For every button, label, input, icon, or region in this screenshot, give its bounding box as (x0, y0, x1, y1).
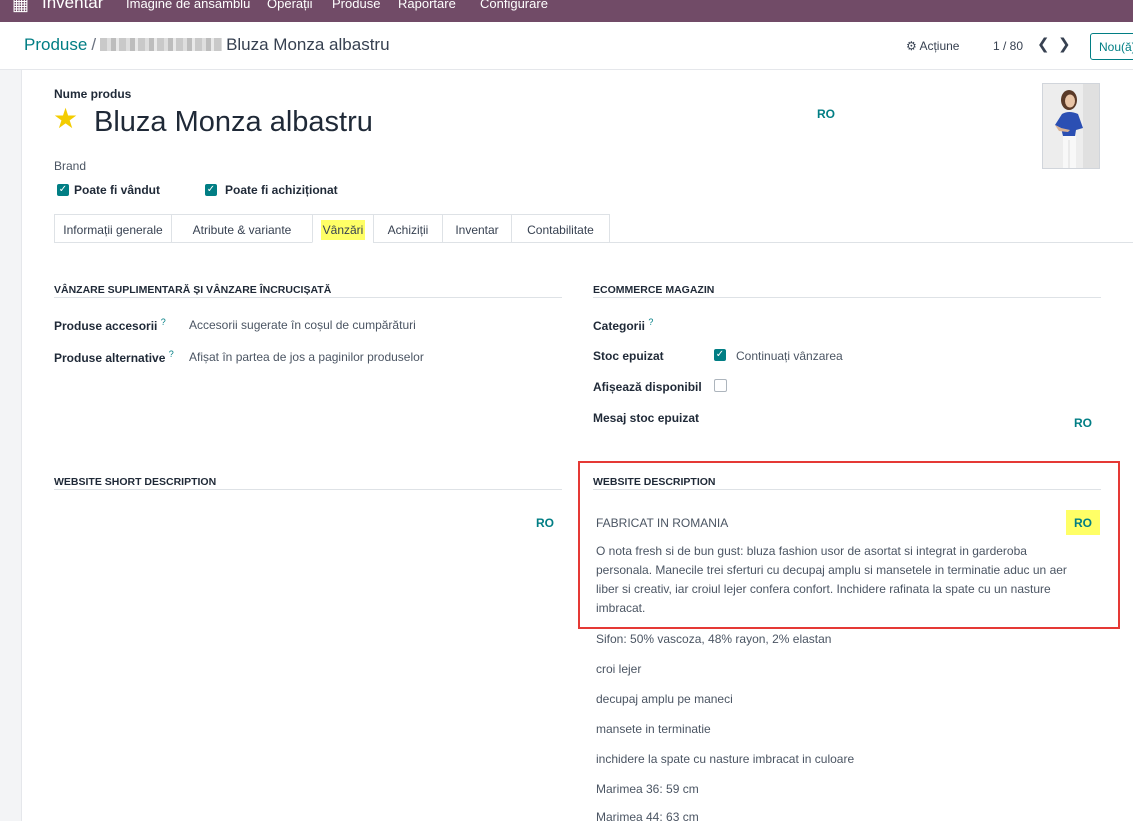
chevron-left-icon[interactable]: ❮ (1037, 35, 1050, 53)
brand-label: Brand (54, 159, 87, 173)
tab-general-info[interactable]: Informații generale (54, 214, 172, 243)
checkbox-can-be-purchased[interactable]: ✓ (205, 184, 217, 196)
menu-item-configuration[interactable]: Configurare (480, 0, 548, 11)
gear-icon: ⚙ (906, 39, 917, 53)
tab-sales[interactable]: Vânzări (312, 214, 374, 243)
new-button[interactable]: Nou(ă) (1090, 33, 1133, 60)
alternative-products-input[interactable]: Afișat în partea de jos a paginilor prod… (189, 350, 424, 364)
pager-value[interactable]: 1 / 80 (993, 39, 1023, 53)
tab-label: Inventar (455, 223, 499, 237)
help-icon[interactable]: ? (169, 349, 174, 359)
product-image[interactable] (1042, 83, 1100, 169)
section-rule (54, 297, 562, 298)
menu-item-operations[interactable]: Operații (267, 0, 313, 11)
tab-label: Atribute & variante (192, 223, 292, 237)
help-icon[interactable]: ? (648, 317, 653, 327)
tab-inventory[interactable]: Inventar (442, 214, 512, 243)
action-button[interactable]: ⚙ Acțiune (906, 39, 959, 53)
lang-badge-short-description[interactable]: RO (536, 516, 554, 530)
breadcrumb-current: Bluza Monza albastru (226, 35, 390, 54)
tab-attributes-variants[interactable]: Atribute & variante (171, 214, 313, 243)
product-name-label: Nume produs (54, 87, 132, 101)
form-side-background (0, 70, 22, 821)
description-line[interactable]: decupaj amplu pe maneci (596, 692, 733, 706)
continue-selling-label[interactable]: Continuați vânzarea (736, 349, 843, 363)
tab-label: Contabilitate (527, 223, 594, 237)
description-line[interactable]: Marimea 36: 59 cm (596, 782, 699, 796)
tab-label: Achiziții (387, 223, 429, 237)
lang-badge-stock-message[interactable]: RO (1074, 416, 1092, 430)
section-title-upsell: VÂNZARE SUPLIMENTARĂ ȘI VÂNZARE ÎNCRUCIȘ… (54, 284, 332, 296)
redacted-code (100, 38, 223, 51)
lang-badge-description[interactable]: RO (1074, 516, 1092, 530)
menu-item-reporting[interactable]: Raportare (398, 0, 456, 11)
apps-grid-icon[interactable]: ▦ (12, 0, 29, 15)
description-line[interactable]: inchidere la spate cu nasture imbracat i… (596, 752, 854, 766)
tab-purchase[interactable]: Achiziții (373, 214, 443, 243)
control-panel: Produse / Bluza Monza albastru ⚙ Acțiune 1… (0, 22, 1133, 70)
section-rule (54, 489, 562, 490)
accessory-products-label: Produse accesorii ? (54, 317, 166, 333)
description-line[interactable]: mansete in terminatie (596, 722, 711, 736)
checkbox-continue-selling[interactable]: ✓ (714, 349, 726, 361)
description-heading[interactable]: FABRICAT IN ROMANIA (596, 516, 728, 530)
can-be-purchased-label[interactable]: Poate fi achiziționat (225, 183, 338, 197)
tab-label: Informații generale (63, 223, 163, 237)
description-line[interactable]: Sifon: 50% vascoza, 48% rayon, 2% elasta… (596, 632, 831, 646)
breadcrumb: Produse / Bluza Monza albastru (24, 35, 390, 55)
menu-item-overview[interactable]: Imagine de ansamblu (126, 0, 250, 11)
help-icon[interactable]: ? (161, 317, 166, 327)
show-available-label: Afișează disponibil (593, 380, 702, 394)
section-rule (593, 297, 1101, 298)
app-name[interactable]: Inventar (42, 0, 103, 13)
alternative-products-label: Produse alternative ? (54, 349, 174, 365)
description-line[interactable]: croi lejer (596, 662, 641, 676)
breadcrumb-separator: / (91, 35, 97, 54)
checkbox-show-available[interactable] (714, 379, 727, 392)
product-photo (1043, 84, 1099, 168)
section-title-short-description: WEBSITE SHORT DESCRIPTION (54, 476, 217, 488)
chevron-right-icon[interactable]: ❯ (1058, 35, 1071, 53)
tab-accounting[interactable]: Contabilitate (511, 214, 610, 243)
breadcrumb-parent-link[interactable]: Produse (24, 35, 87, 54)
out-of-stock-message-label: Mesaj stoc epuizat (593, 411, 700, 425)
can-be-sold-label[interactable]: Poate fi vândut (74, 183, 160, 197)
out-of-stock-label: Stoc epuizat (593, 349, 664, 363)
action-label: Acțiune (919, 39, 960, 53)
star-icon[interactable]: ★ (53, 105, 78, 133)
checkbox-can-be-sold[interactable]: ✓ (57, 184, 69, 196)
section-title-ecommerce: ECOMMERCE MAGAZIN (593, 284, 715, 296)
product-name-field[interactable]: Bluza Monza albastru (94, 106, 373, 139)
tab-label: Vânzări (320, 220, 366, 240)
top-navbar: ▦ Inventar Imagine de ansamblu Operații … (0, 0, 1133, 22)
menu-item-products[interactable]: Produse (332, 0, 380, 11)
categories-label: Categorii ? (593, 317, 654, 333)
accessory-products-input[interactable]: Accesorii sugerate în coșul de cumpărătu… (189, 318, 416, 332)
description-paragraph[interactable]: O nota fresh si de bun gust: bluza fashi… (596, 542, 1076, 618)
description-line[interactable]: Marimea 44: 63 cm (596, 810, 699, 821)
lang-badge-name[interactable]: RO (817, 107, 835, 121)
